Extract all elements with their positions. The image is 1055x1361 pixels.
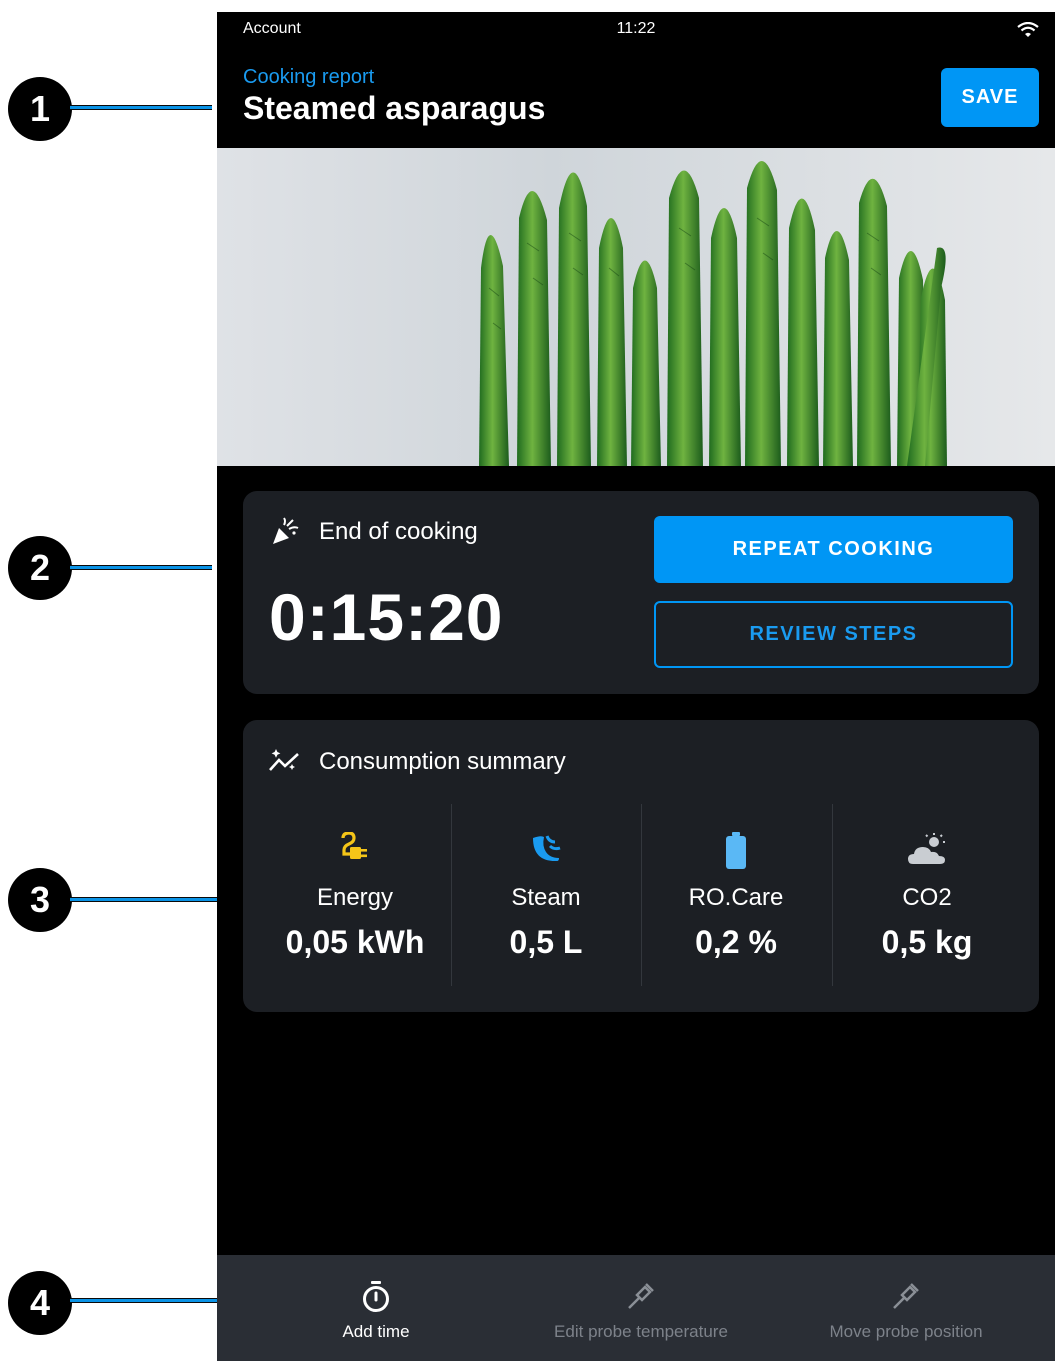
- repeat-cooking-button[interactable]: REPEAT COOKING: [654, 516, 1013, 583]
- page-title: Steamed asparagus: [243, 90, 546, 126]
- save-button[interactable]: SAVE: [941, 68, 1039, 127]
- metric-co2-value: 0,5 kg: [881, 924, 973, 960]
- consumption-summary-title: Consumption summary: [319, 748, 566, 775]
- status-bar: Account 11:22: [217, 12, 1055, 48]
- cooking-time: 0:15:20: [269, 580, 504, 654]
- app-screen: Account 11:22 Cooking report Steamed asp…: [217, 12, 1055, 1361]
- edit-probe-temperature-button[interactable]: Edit probe temperature: [501, 1255, 781, 1361]
- move-probe-position-button[interactable]: Move probe position: [766, 1255, 1046, 1361]
- sparkle-chart-icon: [268, 748, 302, 781]
- stopwatch-icon: [236, 1281, 516, 1313]
- edit-probe-temperature-label: Edit probe temperature: [554, 1322, 728, 1341]
- metric-ro-care-value: 0,2 %: [695, 924, 777, 960]
- callout-1-leader: [70, 105, 212, 110]
- cloud-sun-icon: [832, 832, 1022, 866]
- callout-2: 2: [8, 536, 72, 600]
- add-time-label: Add time: [342, 1322, 410, 1341]
- wifi-icon: [1017, 21, 1039, 43]
- callout-2-leader: [70, 565, 212, 570]
- callout-4: 4: [8, 1271, 72, 1335]
- add-time-button[interactable]: Add time: [236, 1255, 516, 1361]
- metric-steam-label: Steam: [511, 884, 581, 911]
- metric-steam-value: 0,5 L: [509, 924, 583, 960]
- battery-icon: [641, 832, 831, 869]
- metric-energy: Energy 0,05 kWh: [260, 804, 450, 986]
- metric-energy-value: 0,05 kWh: [285, 924, 425, 960]
- move-probe-position-label: Move probe position: [829, 1322, 983, 1341]
- probe-icon: [501, 1281, 781, 1311]
- steam-icon: [451, 832, 641, 866]
- bottom-action-bar: Add time Edit probe temperature Move pro…: [217, 1255, 1055, 1361]
- asparagus-photo: [217, 148, 1055, 466]
- metric-ro-care-label: RO.Care: [688, 884, 784, 911]
- consumption-summary-card: Consumption summary Energy 0,05 kWh Stea…: [243, 720, 1039, 1012]
- metric-co2-label: CO2: [902, 884, 952, 911]
- metric-energy-label: Energy: [316, 884, 394, 911]
- callout-3: 3: [8, 868, 72, 932]
- end-of-cooking-card: End of cooking 0:15:20 REPEAT COOKING RE…: [243, 491, 1039, 694]
- end-of-cooking-title: End of cooking: [319, 518, 478, 545]
- metric-steam: Steam 0,5 L: [451, 804, 641, 986]
- callout-1: 1: [8, 77, 72, 141]
- metric-ro-care: RO.Care 0,2 %: [641, 804, 831, 986]
- plug-icon: [260, 832, 450, 866]
- breadcrumb-cooking-report[interactable]: Cooking report: [243, 66, 374, 89]
- metric-co2: CO2 0,5 kg: [832, 804, 1022, 986]
- status-time: 11:22: [616, 20, 656, 37]
- probe-icon: [766, 1281, 1046, 1311]
- party-popper-icon: [270, 517, 300, 552]
- review-steps-button[interactable]: REVIEW STEPS: [654, 601, 1013, 668]
